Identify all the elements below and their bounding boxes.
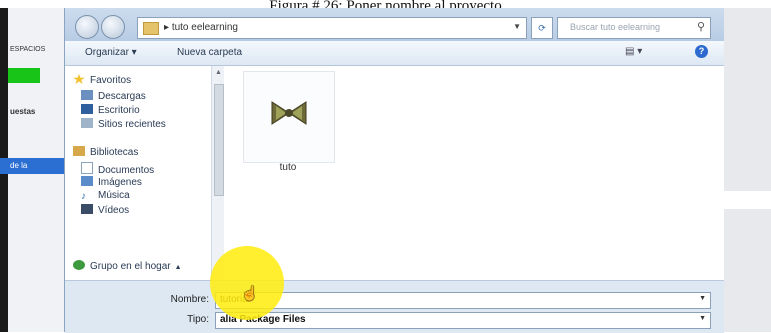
dialog-footer: Nombre: tutorial ▼ Tipo: alia Package Fi…	[65, 280, 724, 333]
cursor-highlight	[210, 246, 284, 320]
file-item-tuto[interactable]	[243, 71, 335, 163]
bg-label-de-la: de la	[10, 161, 28, 170]
save-dialog: ▸ tuto eelearning ▼ ⟳ Buscar tuto eelear…	[64, 8, 724, 333]
nav-libraries[interactable]: Bibliotecas	[73, 146, 138, 158]
homegroup-icon	[73, 260, 85, 270]
dialog-toolbar: Organizar ▾ Nueva carpeta ▤ ▾ ?	[65, 41, 724, 66]
filetype-dropdown-icon[interactable]: ▼	[699, 315, 706, 322]
dialog-titlebar: ▸ tuto eelearning ▼ ⟳ Buscar tuto eelear…	[65, 8, 724, 41]
expand-icon[interactable]: ▲	[175, 264, 182, 271]
cursor-hand-icon: ☝	[241, 285, 259, 301]
green-status-block	[8, 68, 40, 83]
filetype-select[interactable]: alia Package Files ▼	[215, 312, 711, 329]
navigation-pane: Favoritos Descargas Escritorio Sitios re…	[65, 66, 211, 280]
bg-label-espacios: ESPACIOS	[10, 46, 46, 53]
star-icon	[73, 74, 85, 84]
new-folder-button[interactable]: Nueva carpeta	[177, 47, 242, 58]
bg-white-band	[722, 191, 771, 209]
background-app-right-area	[722, 8, 771, 332]
nav-documents[interactable]: Documentos	[81, 162, 154, 176]
nav-label: Sitios recientes	[98, 119, 166, 130]
music-icon: ♪	[81, 191, 86, 202]
filename-dropdown-icon[interactable]: ▼	[699, 295, 706, 302]
recent-places-icon	[81, 118, 93, 128]
organize-button[interactable]: Organizar ▾	[85, 47, 137, 58]
help-icon[interactable]: ?	[695, 45, 708, 58]
bg-label-uestas: uestas	[10, 107, 36, 116]
bg-selected-row[interactable]: de la	[0, 158, 64, 174]
nav-music[interactable]: ♪ Música	[81, 190, 130, 202]
nav-label: Imágenes	[98, 177, 142, 188]
refresh-icon[interactable]: ⟳	[531, 17, 553, 39]
nav-downloads[interactable]: Descargas	[81, 90, 146, 102]
address-bar[interactable]: ▸ tuto eelearning ▼	[137, 17, 527, 39]
file-name-label: tuto	[279, 162, 297, 173]
desktop-icon	[81, 104, 93, 114]
back-button[interactable]	[75, 15, 99, 39]
nav-label: Documentos	[98, 165, 155, 176]
documents-icon	[81, 162, 93, 174]
nav-label: Bibliotecas	[90, 147, 139, 158]
nav-label: Grupo en el hogar	[90, 261, 171, 272]
nav-favorites[interactable]: Favoritos	[73, 74, 131, 86]
nav-recent[interactable]: Sitios recientes	[81, 118, 166, 130]
filetype-label: Tipo:	[187, 314, 209, 325]
view-options-icon[interactable]: ▤ ▾	[625, 46, 642, 57]
videos-icon	[81, 204, 93, 214]
search-icon[interactable]: ⚲	[697, 20, 705, 33]
nav-label: Música	[98, 190, 130, 201]
breadcrumb-arrow: ▸	[164, 22, 172, 33]
folder-icon	[143, 22, 159, 35]
address-path: tuto eelearning	[171, 22, 238, 33]
nav-label: Vídeos	[98, 205, 130, 216]
nav-desktop[interactable]: Escritorio	[81, 104, 140, 116]
images-icon	[81, 176, 93, 186]
nav-homegroup[interactable]: Grupo en el hogar ▲	[73, 260, 182, 272]
search-input[interactable]: Buscar tuto eelearning ⚲	[557, 17, 711, 39]
filename-input[interactable]: tutorial ▼	[215, 292, 711, 309]
nav-label: Descargas	[98, 91, 146, 102]
nav-videos[interactable]: Vídeos	[81, 204, 129, 216]
nav-scrollbar[interactable]: ▲	[211, 66, 224, 280]
background-app-left-panel: ESPACIOS uestas de la	[0, 8, 64, 332]
nav-label: Favoritos	[90, 75, 132, 86]
scroll-thumb[interactable]	[214, 84, 224, 196]
scroll-up-icon[interactable]: ▲	[215, 69, 222, 76]
downloads-icon	[81, 90, 93, 100]
nav-images[interactable]: Imágenes	[81, 176, 142, 188]
filename-label: Nombre:	[170, 294, 209, 305]
nav-label: Escritorio	[98, 105, 140, 116]
address-dropdown-icon[interactable]: ▼	[513, 22, 521, 31]
libraries-icon	[73, 146, 85, 156]
forward-button[interactable]	[101, 15, 125, 39]
search-placeholder: Buscar tuto eelearning	[570, 22, 661, 32]
package-bowtie-icon	[271, 101, 307, 125]
